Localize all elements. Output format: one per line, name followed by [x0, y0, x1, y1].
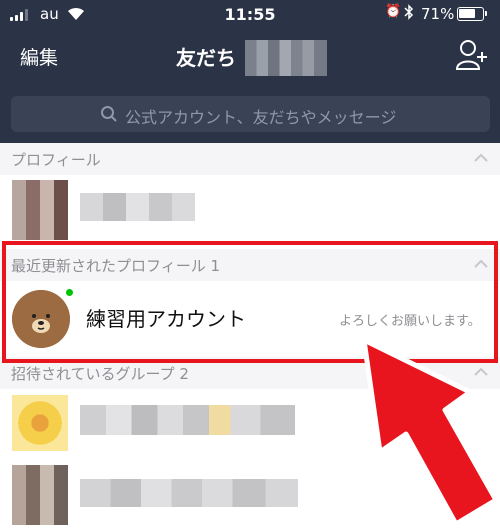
search-bar[interactable]: 公式アカウント、友だちやメッセージ: [11, 96, 490, 132]
friend-name: 練習用アカウント: [86, 307, 246, 331]
redacted-avatar: [12, 180, 68, 240]
red-arrow-icon: [361, 337, 499, 527]
top-header: au 11:55 ⏰ 71% 編集 友だち 公式アカウント、友だちやメッセージ: [0, 0, 500, 143]
section-label-profile: プロフィール: [11, 151, 101, 169]
page-title: 友だち: [176, 46, 236, 70]
profile-row[interactable]: [0, 175, 500, 240]
section-header-profile[interactable]: プロフィール: [0, 143, 500, 175]
edit-button[interactable]: 編集: [20, 43, 58, 70]
redacted-username: [245, 40, 327, 76]
avatar: [12, 290, 70, 348]
alarm-icon: ⏰: [385, 4, 402, 19]
redacted-group-avatar: [12, 395, 68, 451]
chevron-up-icon: [474, 259, 488, 268]
add-friend-icon[interactable]: [455, 38, 489, 72]
bluetooth-icon: [404, 4, 414, 20]
redacted-group-name: [80, 479, 298, 507]
section-header-recent[interactable]: 最近更新されたプロフィール 1: [0, 249, 500, 281]
redacted-group-avatar: [12, 465, 68, 525]
search-placeholder: 公式アカウント、友だちやメッセージ: [125, 108, 397, 127]
search-icon: [101, 106, 117, 122]
section-label-invited: 招待されているグループ 2: [11, 365, 189, 383]
redacted-group-name: [80, 405, 295, 435]
battery-percent: 71%: [421, 5, 455, 23]
battery-icon: [457, 7, 487, 21]
friend-status-message: よろしくお願いします。: [339, 314, 481, 329]
chevron-up-icon: [474, 153, 488, 162]
status-bar: au 11:55 ⏰ 71%: [0, 0, 500, 30]
bear-face-icon: [12, 290, 70, 348]
online-indicator: [66, 289, 73, 296]
section-label-recent: 最近更新されたプロフィール 1: [11, 257, 221, 275]
redacted-name: [80, 193, 195, 221]
